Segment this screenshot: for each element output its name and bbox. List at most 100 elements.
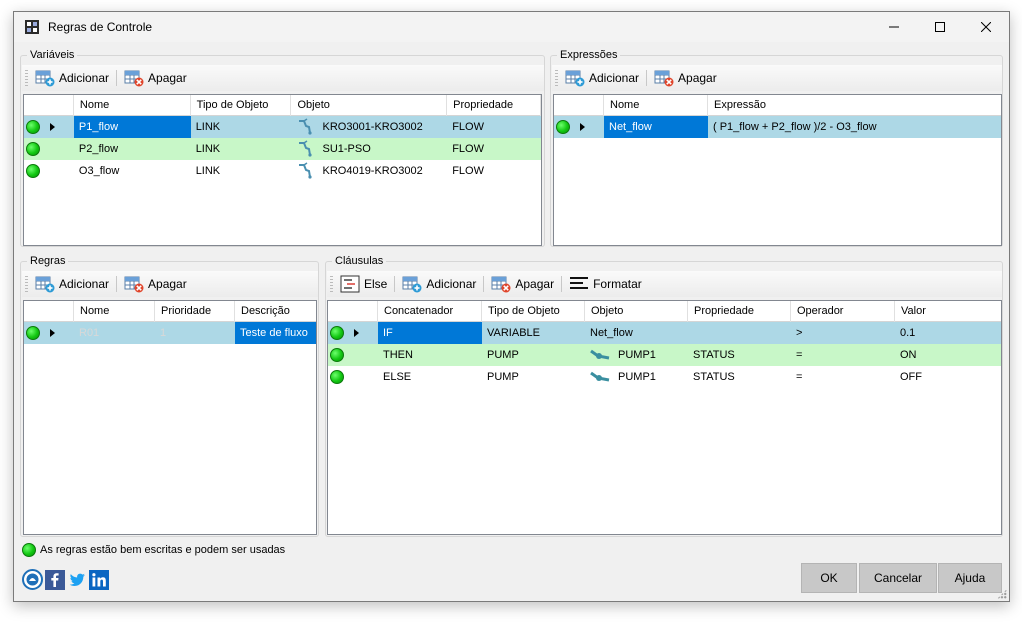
cell-nome[interactable]: Net_flow <box>604 116 708 138</box>
cell-objeto[interactable]: Net_flow <box>585 322 688 344</box>
clauses-add-button[interactable]: Adicionar <box>398 273 480 295</box>
cell-nome[interactable]: R01 <box>74 322 155 344</box>
column-header-valor[interactable]: Valor <box>895 301 1001 322</box>
else-icon <box>340 275 360 293</box>
cell-propriedade[interactable]: FLOW <box>447 116 541 138</box>
cell-descricao[interactable]: Teste de fluxo <box>235 322 316 344</box>
table-row[interactable]: O3_flow LINK KRO4019-KRO3002 FLOW <box>24 160 541 182</box>
column-header-nome[interactable]: Nome <box>74 95 191 116</box>
row-header[interactable] <box>328 366 378 388</box>
cell-propriedade[interactable]: STATUS <box>688 366 791 388</box>
column-header-objeto[interactable]: Objeto <box>585 301 688 322</box>
cell-operador[interactable]: > <box>791 322 895 344</box>
table-row[interactable]: Net_flow ( P1_flow + P2_flow )/2 - O3_fl… <box>554 116 1001 138</box>
column-header-concatenador[interactable]: Concatenador <box>378 301 482 322</box>
clauses-grid[interactable]: Concatenador Tipo de Objeto Objeto Propr… <box>327 300 1002 535</box>
row-header[interactable] <box>24 160 74 182</box>
rules-grid[interactable]: Nome Prioridade Descrição R01 1 Teste de… <box>23 300 317 535</box>
column-header-objeto[interactable]: Objeto <box>291 95 448 116</box>
rules-add-label: Adicionar <box>59 277 110 291</box>
status-ok-icon <box>556 120 570 134</box>
twitter-link[interactable] <box>66 569 87 590</box>
window-title: Regras de Controle <box>48 20 153 34</box>
cell-nome[interactable]: P2_flow <box>74 138 191 160</box>
cell-tipo[interactable]: LINK <box>191 160 292 182</box>
help-circle-button[interactable] <box>22 569 43 590</box>
delete-grid-icon <box>124 70 144 87</box>
cell-concatenador[interactable]: THEN <box>378 344 482 366</box>
pump-icon <box>590 349 610 360</box>
cell-tipo[interactable]: PUMP <box>482 344 585 366</box>
cell-operador[interactable]: = <box>791 344 895 366</box>
row-header[interactable] <box>328 322 378 344</box>
rules-delete-button[interactable]: Apagar <box>120 273 191 295</box>
clauses-format-button[interactable]: Formatar <box>565 273 646 295</box>
maximize-button[interactable] <box>917 12 963 42</box>
cell-nome[interactable]: O3_flow <box>74 160 191 182</box>
ok-button[interactable]: OK <box>801 563 857 593</box>
row-header-column <box>24 301 74 322</box>
title-bar: Regras de Controle <box>14 12 1009 42</box>
table-row[interactable]: ELSE PUMP PUMP1 STATUS = OFF <box>328 366 1001 388</box>
cell-propriedade[interactable] <box>688 322 791 344</box>
column-header-prioridade[interactable]: Prioridade <box>155 301 235 322</box>
facebook-link[interactable] <box>44 569 65 590</box>
clauses-else-button[interactable]: Else <box>336 273 391 295</box>
expressions-add-button[interactable]: Adicionar <box>561 67 643 89</box>
cell-objeto[interactable]: KRO4019-KRO3002 <box>292 160 448 182</box>
row-header[interactable] <box>24 322 74 344</box>
column-header-operador[interactable]: Operador <box>791 301 895 322</box>
cell-valor[interactable]: ON <box>895 344 1001 366</box>
cell-propriedade[interactable]: STATUS <box>688 344 791 366</box>
variables-add-button[interactable]: Adicionar <box>31 67 113 89</box>
cell-tipo[interactable]: LINK <box>191 138 292 160</box>
cell-prioridade[interactable]: 1 <box>155 322 235 344</box>
table-row[interactable]: P1_flow LINK KRO3001-KRO3002 FLOW <box>24 116 541 138</box>
column-header-propriedade[interactable]: Propriedade <box>447 95 541 116</box>
cell-objeto[interactable]: PUMP1 <box>585 344 688 366</box>
cell-tipo[interactable]: LINK <box>191 116 292 138</box>
cell-concatenador[interactable]: IF <box>378 322 482 344</box>
column-header-tipo-de-objeto[interactable]: Tipo de Objeto <box>191 95 292 116</box>
column-header-expressao[interactable]: Expressão <box>708 95 1001 116</box>
expressions-grid[interactable]: Nome Expressão Net_flow ( P1_flow + P2_f… <box>553 94 1002 246</box>
cancel-button[interactable]: Cancelar <box>859 563 937 593</box>
column-header-tipo-de-objeto[interactable]: Tipo de Objeto <box>482 301 585 322</box>
variables-delete-button[interactable]: Apagar <box>120 67 191 89</box>
column-header-nome[interactable]: Nome <box>74 301 155 322</box>
cell-objeto[interactable]: SU1-PSO <box>292 138 448 160</box>
rules-add-button[interactable]: Adicionar <box>31 273 113 295</box>
cell-valor[interactable]: OFF <box>895 366 1001 388</box>
linkedin-link[interactable] <box>88 569 109 590</box>
cell-concatenador[interactable]: ELSE <box>378 366 482 388</box>
cell-objeto[interactable]: PUMP1 <box>585 366 688 388</box>
close-button[interactable] <box>963 12 1009 42</box>
cell-operador[interactable]: = <box>791 366 895 388</box>
cell-objeto[interactable]: KRO3001-KRO3002 <box>292 116 448 138</box>
cell-tipo[interactable]: VARIABLE <box>482 322 585 344</box>
help-button[interactable]: Ajuda <box>938 563 1002 593</box>
column-header-propriedade[interactable]: Propriedade <box>688 301 791 322</box>
variables-grid[interactable]: Nome Tipo de Objeto Objeto Propriedade P… <box>23 94 542 246</box>
row-header[interactable] <box>24 116 74 138</box>
column-header-descricao[interactable]: Descrição <box>235 301 316 322</box>
column-header-nome[interactable]: Nome <box>604 95 708 116</box>
clauses-delete-label: Apagar <box>515 277 555 291</box>
table-row[interactable]: THEN PUMP PUMP1 STATUS = ON <box>328 344 1001 366</box>
row-header[interactable] <box>24 138 74 160</box>
expressions-delete-button[interactable]: Apagar <box>650 67 721 89</box>
row-header[interactable] <box>328 344 378 366</box>
cell-expressao[interactable]: ( P1_flow + P2_flow )/2 - O3_flow <box>708 116 1001 138</box>
minimize-button[interactable] <box>871 12 917 42</box>
cell-valor[interactable]: 0.1 <box>895 322 1001 344</box>
cell-propriedade[interactable]: FLOW <box>447 138 541 160</box>
table-row[interactable]: R01 1 Teste de fluxo <box>24 322 316 344</box>
table-row[interactable]: P2_flow LINK SU1-PSO FLOW <box>24 138 541 160</box>
row-header[interactable] <box>554 116 604 138</box>
cell-tipo[interactable]: PUMP <box>482 366 585 388</box>
cell-propriedade[interactable]: FLOW <box>447 160 541 182</box>
table-row[interactable]: IF VARIABLE Net_flow > 0.1 <box>328 322 1001 344</box>
clauses-toolbar: Else Adicionar Apagar Formatar <box>327 271 1002 297</box>
clauses-delete-button[interactable]: Apagar <box>487 273 558 295</box>
cell-nome[interactable]: P1_flow <box>73 116 191 138</box>
